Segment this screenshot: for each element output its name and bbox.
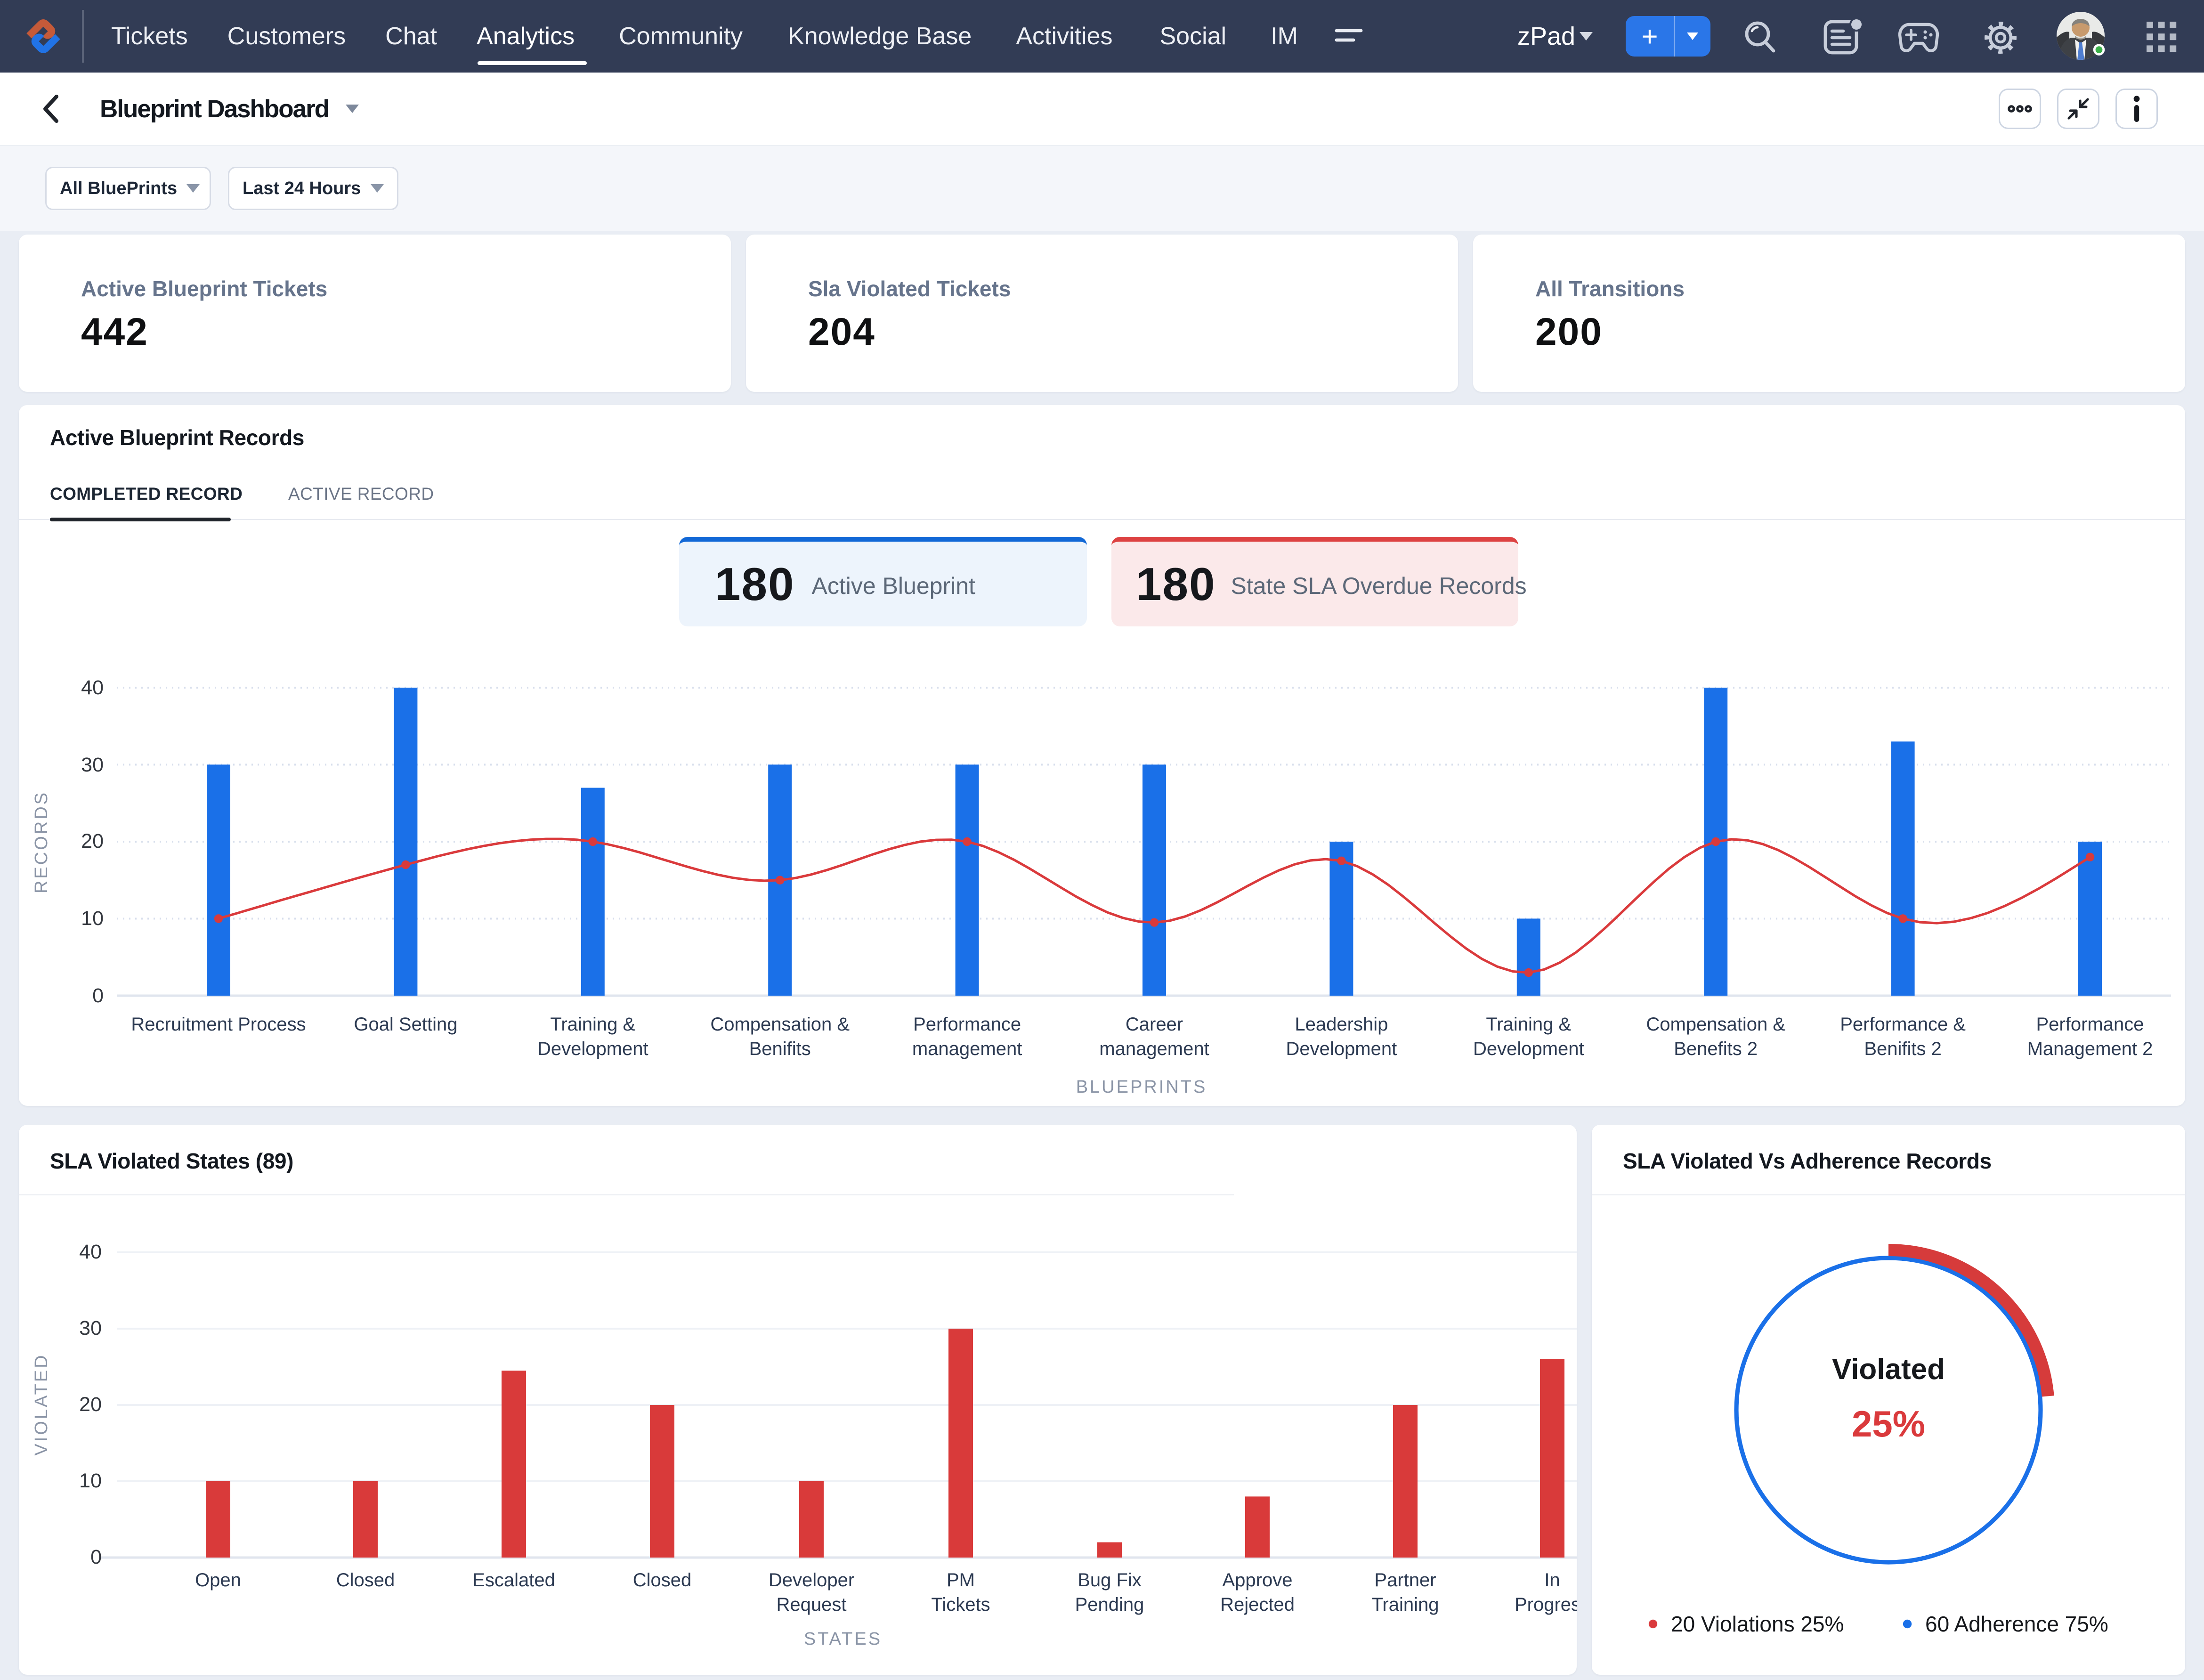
svg-text:Developer: Developer xyxy=(769,1570,854,1591)
svg-text:60 Adherence 75%: 60 Adherence 75% xyxy=(1925,1612,2108,1636)
svg-text:20: 20 xyxy=(79,1393,102,1416)
svg-text:25%: 25% xyxy=(1852,1403,1925,1445)
svg-text:Tickets: Tickets xyxy=(931,1594,990,1615)
svg-text:10: 10 xyxy=(79,1469,102,1492)
svg-text:management: management xyxy=(1099,1039,1209,1059)
svg-text:Rejected: Rejected xyxy=(1220,1594,1295,1615)
svg-text:RECORDS: RECORDS xyxy=(32,791,51,893)
svg-text:Benifits 2: Benifits 2 xyxy=(1864,1039,1942,1059)
svg-text:PM: PM xyxy=(947,1570,975,1591)
svg-text:20: 20 xyxy=(81,830,104,852)
svg-text:Compensation &: Compensation & xyxy=(1646,1014,1785,1035)
svg-text:Performance: Performance xyxy=(913,1014,1021,1035)
svg-text:Benefits 2: Benefits 2 xyxy=(1674,1039,1758,1059)
svg-text:Management 2: Management 2 xyxy=(2027,1039,2153,1059)
svg-text:Pending: Pending xyxy=(1075,1594,1144,1615)
svg-text:Training: Training xyxy=(1371,1594,1439,1615)
svg-text:management: management xyxy=(912,1039,1022,1059)
svg-text:Recruitment Process: Recruitment Process xyxy=(131,1014,306,1035)
svg-text:Benifits: Benifits xyxy=(749,1039,811,1059)
svg-text:Progress: Progress xyxy=(1515,1594,1577,1615)
svg-text:Partner: Partner xyxy=(1374,1570,1436,1591)
svg-text:20 Violations 25%: 20 Violations 25% xyxy=(1671,1612,1844,1636)
svg-text:VIOLATED: VIOLATED xyxy=(32,1353,51,1455)
svg-text:Open: Open xyxy=(195,1570,241,1591)
svg-text:Closed: Closed xyxy=(633,1570,692,1591)
svg-text:Training &: Training & xyxy=(550,1014,635,1035)
svg-text:Approve: Approve xyxy=(1223,1570,1293,1591)
svg-text:Escalated: Escalated xyxy=(472,1570,555,1591)
svg-text:40: 40 xyxy=(81,676,104,699)
svg-text:Development: Development xyxy=(537,1039,648,1059)
svg-text:0: 0 xyxy=(90,1546,102,1568)
svg-text:Leadership: Leadership xyxy=(1295,1014,1388,1035)
svg-text:Development: Development xyxy=(1286,1039,1397,1059)
svg-text:BLUEPRINTS: BLUEPRINTS xyxy=(1076,1077,1207,1097)
svg-text:Closed: Closed xyxy=(336,1570,395,1591)
svg-text:STATES: STATES xyxy=(804,1629,882,1649)
svg-text:Compensation &: Compensation & xyxy=(710,1014,850,1035)
svg-text:Bug Fix: Bug Fix xyxy=(1078,1570,1142,1591)
svg-text:Performance &: Performance & xyxy=(1840,1014,1966,1035)
svg-text:Goal Setting: Goal Setting xyxy=(354,1014,457,1035)
svg-text:Training &: Training & xyxy=(1486,1014,1571,1035)
svg-text:40: 40 xyxy=(79,1241,102,1263)
svg-text:30: 30 xyxy=(79,1317,102,1339)
svg-text:Violated: Violated xyxy=(1832,1353,1945,1386)
svg-text:In: In xyxy=(1544,1570,1560,1591)
svg-text:Request: Request xyxy=(777,1594,847,1615)
svg-text:Career: Career xyxy=(1126,1014,1183,1035)
svg-text:Performance: Performance xyxy=(2036,1014,2144,1035)
svg-text:0: 0 xyxy=(92,984,104,1007)
svg-text:30: 30 xyxy=(81,754,104,776)
svg-text:Development: Development xyxy=(1473,1039,1584,1059)
svg-text:10: 10 xyxy=(81,907,104,930)
